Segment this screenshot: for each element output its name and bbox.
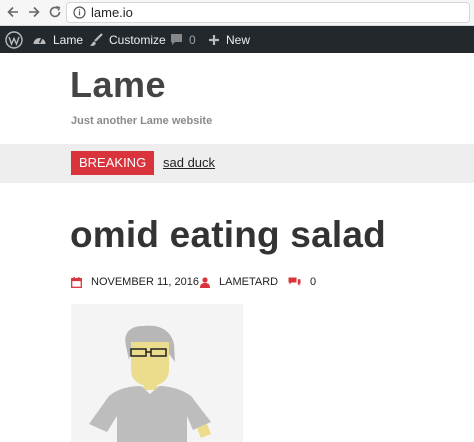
new-content-menu[interactable]: New — [208, 26, 250, 53]
site-title[interactable]: Lame — [70, 64, 166, 106]
wordpress-logo-icon — [5, 30, 23, 49]
dashboard-icon — [33, 37, 46, 44]
arrow-right-icon — [29, 6, 40, 18]
post-author[interactable]: LAMETARD — [200, 275, 278, 289]
back-button[interactable] — [4, 3, 22, 21]
featured-image[interactable] — [71, 304, 243, 442]
user-icon — [200, 276, 210, 288]
site-name-menu[interactable]: Lame — [32, 26, 83, 53]
calendar-icon — [71, 276, 82, 288]
breaking-headline-link[interactable]: sad duck — [163, 155, 215, 170]
post-date-text: NOVEMBER 11, 2016 — [91, 276, 200, 288]
reload-button[interactable] — [46, 3, 64, 21]
breaking-badge: BREAKING — [71, 151, 155, 175]
comments-count: 0 — [189, 32, 196, 47]
customize-label: Customize — [109, 32, 166, 47]
address-bar[interactable]: lame.io — [66, 2, 470, 23]
comments-menu[interactable]: 0 — [170, 26, 196, 53]
reload-icon — [49, 6, 61, 18]
wordpress-menu[interactable] — [5, 26, 23, 53]
forward-button[interactable] — [25, 3, 43, 21]
new-label: New — [226, 32, 251, 47]
post-author-text: LAMETARD — [219, 276, 279, 288]
site-name-label: Lame — [53, 32, 84, 47]
post-comments-count: 0 — [310, 276, 317, 288]
url-text: lame.io — [91, 5, 133, 20]
arrow-left-icon — [7, 6, 18, 18]
site-tagline: Just another Lame website — [71, 115, 213, 127]
browser-toolbar: lame.io — [0, 0, 474, 26]
post-title[interactable]: omid eating salad — [70, 214, 386, 256]
plus-icon — [209, 34, 219, 45]
post-date[interactable]: NOVEMBER 11, 2016 — [71, 275, 199, 289]
admin-bar: Lame Customize 0 New — [0, 26, 474, 53]
comment-icon — [171, 34, 182, 45]
post-comments[interactable]: 0 — [288, 275, 316, 289]
comments-icon — [288, 277, 301, 286]
info-icon — [73, 6, 86, 19]
breaking-news-bar: BREAKING sad duck — [0, 144, 474, 183]
person-drawing-image — [71, 304, 243, 442]
customize-menu[interactable]: Customize — [89, 26, 166, 53]
paintbrush-icon — [90, 32, 103, 46]
